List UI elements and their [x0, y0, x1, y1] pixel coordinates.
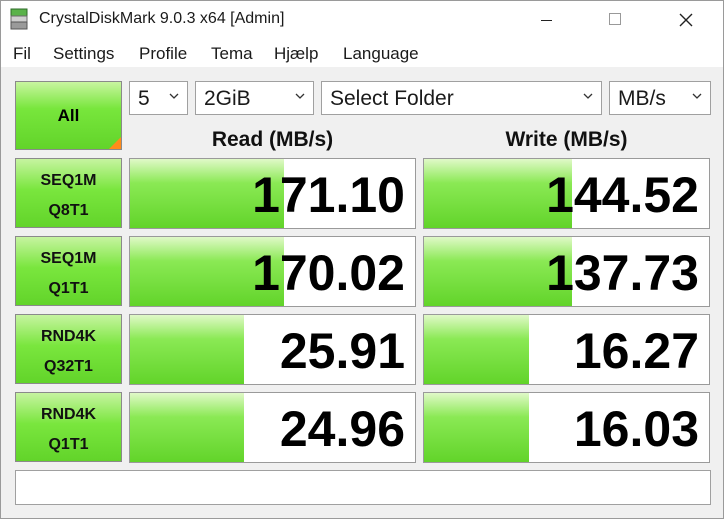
drive-folder-value: Select Folder	[330, 87, 454, 110]
read-value: 25.91	[279, 323, 405, 379]
comment-input[interactable]	[15, 470, 711, 505]
corner-marker-icon	[109, 137, 121, 149]
test-button-seq1m-q8t1[interactable]: SEQ1M Q8T1	[15, 158, 122, 228]
menu-bar: Fil Settings Profile Tema Hjælp Language	[1, 39, 723, 67]
write-value: 137.73	[546, 245, 699, 301]
read-value: 24.96	[279, 401, 405, 457]
test-count-select[interactable]: 5	[129, 81, 188, 115]
test-button-rnd4k-q32t1[interactable]: RND4K Q32T1	[15, 314, 122, 384]
menu-profile[interactable]: Profile	[139, 44, 187, 64]
test-name: SEQ1M	[40, 250, 97, 267]
test-size-value: 2GiB	[204, 87, 251, 110]
write-level-bar	[424, 393, 530, 462]
write-result-seq1m-q1t1: 137.73	[423, 236, 710, 307]
title-bar: CrystalDiskMark 9.0.3 x64 [Admin]	[1, 1, 723, 39]
test-params: Q1T1	[48, 280, 89, 297]
minimize-button[interactable]	[523, 1, 569, 39]
test-params: Q8T1	[48, 202, 89, 219]
write-result-rnd4k-q32t1: 16.27	[423, 314, 710, 385]
read-value: 170.02	[252, 245, 405, 301]
write-column-header: Write (MB/s)	[505, 128, 628, 151]
read-result-seq1m-q8t1: 171.10	[129, 158, 416, 229]
close-button[interactable]	[663, 1, 709, 39]
unit-value: MB/s	[618, 87, 666, 110]
write-value: 16.27	[573, 323, 699, 379]
test-params: Q1T1	[48, 436, 89, 453]
test-name: RND4K	[40, 328, 97, 345]
menu-help[interactable]: Hjælp	[274, 44, 318, 64]
run-all-label: All	[57, 106, 80, 125]
chevron-down-icon	[169, 93, 179, 99]
run-all-button[interactable]: All	[15, 81, 122, 150]
menu-file[interactable]: Fil	[13, 44, 31, 64]
test-button-rnd4k-q1t1[interactable]: RND4K Q1T1	[15, 392, 122, 462]
menu-settings[interactable]: Settings	[53, 44, 114, 64]
chevron-down-icon	[692, 93, 702, 99]
read-result-rnd4k-q32t1: 25.91	[129, 314, 416, 385]
read-value: 171.10	[252, 167, 405, 223]
test-button-seq1m-q1t1[interactable]: SEQ1M Q1T1	[15, 236, 122, 306]
chevron-down-icon	[295, 93, 305, 99]
read-result-seq1m-q1t1: 170.02	[129, 236, 416, 307]
write-value: 144.52	[546, 167, 699, 223]
read-level-bar	[130, 315, 244, 384]
test-name: RND4K	[40, 406, 97, 423]
read-column-header: Read (MB/s)	[211, 128, 334, 151]
test-size-select[interactable]: 2GiB	[195, 81, 314, 115]
menu-language[interactable]: Language	[343, 44, 419, 64]
chevron-down-icon	[583, 93, 593, 99]
write-level-bar	[424, 315, 530, 384]
drive-folder-select[interactable]: Select Folder	[321, 81, 602, 115]
read-level-bar	[130, 393, 244, 462]
maximize-button[interactable]	[593, 1, 639, 39]
close-icon	[679, 13, 693, 27]
test-count-value: 5	[138, 87, 150, 110]
crystaldiskmark-app-icon	[10, 8, 28, 30]
test-params: Q32T1	[44, 358, 93, 375]
test-name: SEQ1M	[40, 172, 97, 189]
unit-select[interactable]: MB/s	[609, 81, 711, 115]
minimize-icon	[541, 20, 552, 21]
write-result-rnd4k-q1t1: 16.03	[423, 392, 710, 463]
menu-theme[interactable]: Tema	[211, 44, 253, 64]
read-result-rnd4k-q1t1: 24.96	[129, 392, 416, 463]
app-window: CrystalDiskMark 9.0.3 x64 [Admin] Fil Se…	[0, 0, 724, 519]
window-title: CrystalDiskMark 9.0.3 x64 [Admin]	[39, 10, 285, 27]
maximize-icon	[609, 13, 621, 25]
write-value: 16.03	[573, 401, 699, 457]
write-result-seq1m-q8t1: 144.52	[423, 158, 710, 229]
